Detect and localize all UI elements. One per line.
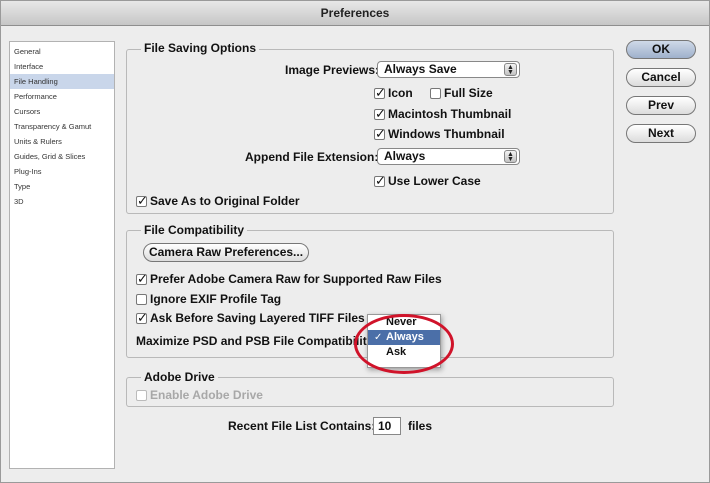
checkbox-icon <box>430 87 441 99</box>
checkbox-icon <box>136 193 148 209</box>
enable-adobe-drive-checkbox[interactable]: Enable Adobe Drive <box>136 387 263 403</box>
ask-tiff-label: Ask Before Saving Layered TIFF Files <box>150 311 365 325</box>
sidebar-item-guides[interactable]: Guides, Grid & Slices <box>10 149 114 164</box>
file-saving-title: File Saving Options <box>141 41 260 55</box>
file-compatibility-title: File Compatibility <box>141 223 248 237</box>
full-size-label: Full Size <box>444 86 493 100</box>
ask-tiff-checkbox[interactable]: Ask Before Saving Layered TIFF Files <box>136 310 365 326</box>
prefer-acr-label: Prefer Adobe Camera Raw for Supported Ra… <box>150 272 442 286</box>
ignore-exif-label: Ignore EXIF Profile Tag <box>150 292 282 306</box>
preferences-window: Preferences General Interface File Handl… <box>0 0 710 483</box>
sidebar-item-3d[interactable]: 3D <box>10 194 114 209</box>
append-extension-value: Always <box>384 149 426 163</box>
prev-button[interactable]: Prev <box>626 96 696 115</box>
save-original-folder-label: Save As to Original Folder <box>150 194 300 208</box>
sidebar-item-file-handling[interactable]: File Handling <box>10 74 114 89</box>
checkbox-icon <box>136 389 147 401</box>
enable-adobe-drive-label: Enable Adobe Drive <box>150 388 263 402</box>
mac-thumbnail-label: Macintosh Thumbnail <box>388 107 512 121</box>
ok-button[interactable]: OK <box>626 40 696 59</box>
sidebar-item-interface[interactable]: Interface <box>10 59 114 74</box>
full-size-checkbox[interactable]: Full Size <box>430 85 493 101</box>
windows-thumbnail-label: Windows Thumbnail <box>388 127 505 141</box>
checkbox-icon <box>374 106 386 122</box>
highlight-circle <box>354 314 454 374</box>
checkbox-icon <box>374 85 386 101</box>
camera-raw-preferences-button[interactable]: Camera Raw Preferences... <box>143 243 309 262</box>
recent-files-label: Recent File List Contains: <box>228 419 376 433</box>
sidebar-item-transparency[interactable]: Transparency & Gamut <box>10 119 114 134</box>
updown-arrows-icon: ▲ ▼ <box>504 63 517 76</box>
recent-files-suffix: files <box>408 419 433 433</box>
image-previews-label: Image Previews: <box>285 63 380 77</box>
updown-arrows-icon: ▲ ▼ <box>504 150 517 163</box>
maximize-compatibility-label: Maximize PSD and PSB File Compatibility: <box>136 334 378 348</box>
sidebar-item-general[interactable]: General <box>10 44 114 59</box>
icon-checkbox[interactable]: Icon <box>374 85 413 101</box>
checkbox-icon <box>374 126 386 142</box>
save-original-folder-checkbox[interactable]: Save As to Original Folder <box>136 193 300 209</box>
checkbox-icon <box>136 310 148 326</box>
append-extension-label: Append File Extension: <box>245 150 379 164</box>
checkbox-icon <box>374 173 386 189</box>
sidebar-item-units-rulers[interactable]: Units & Rulers <box>10 134 114 149</box>
image-previews-select[interactable]: Always Save ▲ ▼ <box>377 61 520 78</box>
icon-checkbox-label: Icon <box>388 86 413 100</box>
sidebar-item-plugins[interactable]: Plug-Ins <box>10 164 114 179</box>
sidebar-item-cursors[interactable]: Cursors <box>10 104 114 119</box>
window-title: Preferences <box>1 1 709 26</box>
checkbox-icon <box>136 293 147 305</box>
sidebar-item-type[interactable]: Type <box>10 179 114 194</box>
append-extension-select[interactable]: Always ▲ ▼ <box>377 148 520 165</box>
windows-thumbnail-checkbox[interactable]: Windows Thumbnail <box>374 126 505 142</box>
checkbox-icon <box>136 271 148 287</box>
prefer-acr-checkbox[interactable]: Prefer Adobe Camera Raw for Supported Ra… <box>136 271 442 287</box>
mac-thumbnail-checkbox[interactable]: Macintosh Thumbnail <box>374 106 511 122</box>
ignore-exif-checkbox[interactable]: Ignore EXIF Profile Tag <box>136 291 281 307</box>
lower-case-label: Use Lower Case <box>388 174 481 188</box>
sidebar-item-performance[interactable]: Performance <box>10 89 114 104</box>
recent-files-input[interactable]: 10 <box>373 417 401 435</box>
next-button[interactable]: Next <box>626 124 696 143</box>
lower-case-checkbox[interactable]: Use Lower Case <box>374 173 481 189</box>
adobe-drive-title: Adobe Drive <box>141 370 218 384</box>
image-previews-value: Always Save <box>384 62 457 76</box>
preferences-sidebar: General Interface File Handling Performa… <box>9 41 115 469</box>
cancel-button[interactable]: Cancel <box>626 68 696 87</box>
